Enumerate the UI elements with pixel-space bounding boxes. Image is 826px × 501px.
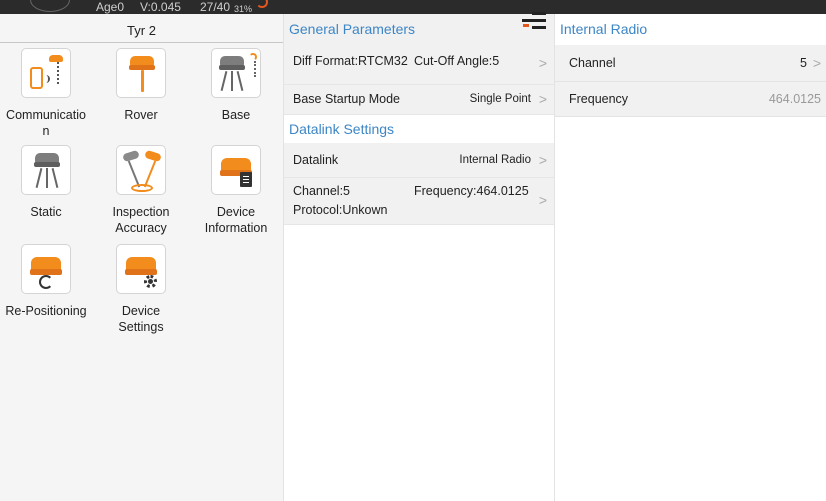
tile-inspection-accuracy[interactable]: Inspection Accuracy [95, 145, 187, 236]
tile-static[interactable]: Static [0, 145, 92, 220]
record-icon[interactable] [256, 0, 268, 8]
channel-value: 5 [800, 56, 807, 70]
precision-indicator: V:0.045 [140, 0, 181, 14]
tile-device-settings[interactable]: Device Settings [95, 244, 187, 335]
section-title: General Parameters [289, 21, 416, 37]
satellite-icon[interactable] [30, 0, 70, 12]
tile-label: Communicatio n [6, 108, 86, 138]
tile-label: Static [30, 205, 62, 219]
age-indicator: Age0 [96, 0, 125, 14]
base-startup-mode-row[interactable]: Base Startup Mode Single Point > [284, 85, 555, 115]
chevron-right-icon: > [812, 55, 821, 71]
frequency-summary: Frequency:464.0125 [414, 184, 529, 198]
base-icon [211, 48, 261, 98]
device-name: Tyr 2 [127, 23, 156, 38]
divider [0, 42, 283, 43]
protocol-summary: Protocol:Unkown [293, 203, 388, 217]
channel-label: Channel [569, 56, 616, 70]
frequency-row[interactable]: Frequency 464.0125 [555, 82, 826, 117]
static-icon [21, 145, 71, 195]
menu-list-icon[interactable] [522, 6, 548, 36]
section-title: Datalink Settings [289, 121, 395, 137]
communication-icon [21, 48, 71, 98]
cutoff-angle-text: Cut-Off Angle:5 [414, 54, 500, 68]
chevron-right-icon: > [538, 91, 547, 107]
inspection-accuracy-icon [116, 145, 166, 195]
chevron-right-icon: > [538, 55, 547, 71]
section-title: Internal Radio [560, 21, 648, 37]
frequency-value: 464.0125 [768, 92, 821, 106]
device-menu-panel: Tyr 2 Communicatio n Rover Base Static I… [0, 14, 283, 501]
datalink-row[interactable]: Datalink Internal Radio > [284, 143, 555, 178]
base-startup-label: Base Startup Mode [293, 92, 401, 106]
channel-summary: Channel:5 [293, 184, 350, 198]
status-bar: Age0 V:0.045 27/40 31% [0, 0, 826, 14]
device-information-icon [211, 145, 261, 195]
tile-communication[interactable]: Communicatio n [0, 48, 92, 139]
parameters-panel: General Parameters Diff Format:RTCM32 Cu… [283, 12, 555, 501]
internal-radio-panel: Internal Radio Channel 5 > Frequency 464… [554, 14, 826, 501]
tile-label: Inspection Accuracy [112, 205, 170, 235]
rover-icon [116, 48, 166, 98]
tile-label: Base [221, 108, 251, 122]
channel-row[interactable]: Channel 5 > [555, 45, 826, 82]
tile-label: Device Settings [118, 304, 164, 334]
chevron-right-icon: > [538, 192, 547, 208]
datalink-value: Internal Radio [459, 154, 531, 166]
device-settings-icon [116, 244, 166, 294]
tile-rover[interactable]: Rover [95, 48, 187, 123]
tile-device-information[interactable]: Device Information [190, 145, 282, 236]
tile-label: Rover [124, 108, 158, 122]
internal-radio-header: Internal Radio [555, 14, 826, 45]
tile-re-positioning[interactable]: Re-Positioning [0, 244, 92, 319]
diff-format-text: Diff Format:RTCM32 [293, 54, 408, 68]
tile-label: Re-Positioning [5, 304, 87, 318]
chevron-right-icon: > [538, 152, 547, 168]
frequency-label: Frequency [569, 92, 629, 106]
datalink-settings-header: Datalink Settings [284, 115, 555, 143]
datalink-label: Datalink [293, 153, 339, 167]
satellite-count: 27/40 [200, 0, 231, 14]
re-positioning-icon [21, 244, 71, 294]
general-parameters-header: General Parameters [284, 14, 555, 45]
diff-format-row[interactable]: Diff Format:RTCM32 Cut-Off Angle:5 > [284, 45, 555, 85]
base-startup-value: Single Point [469, 93, 531, 105]
tile-base[interactable]: Base [190, 48, 282, 123]
radio-summary-row[interactable]: Channel:5 Frequency:464.0125 Protocol:Un… [284, 178, 555, 225]
tile-label: Device Information [204, 205, 268, 235]
